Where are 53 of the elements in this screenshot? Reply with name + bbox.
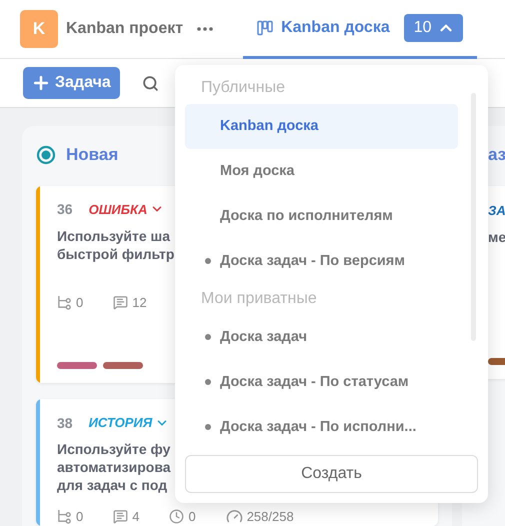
subtasks-icon: [57, 508, 72, 524]
subtasks-icon: [57, 294, 72, 310]
add-task-button[interactable]: Задача: [23, 67, 120, 99]
project-logo: K: [20, 10, 58, 48]
task-stat: 0: [57, 508, 84, 524]
more-icon: [197, 27, 214, 31]
comment-icon: [113, 508, 128, 524]
board-option[interactable]: Доска задач - По статусам: [185, 359, 458, 404]
task-stat: 12: [113, 294, 147, 310]
board-option[interactable]: Доска задач - По версиям: [185, 238, 458, 284]
board-icon: [257, 20, 274, 36]
board-option[interactable]: Доска задач: [185, 314, 458, 359]
section-title: Мои приватные: [200, 288, 318, 308]
search-button[interactable]: [142, 74, 159, 92]
task-title-line: автоматизирова: [57, 458, 171, 476]
comment-icon: [113, 294, 128, 310]
task-stat: 258/258: [226, 508, 294, 525]
board-option-label: Доска задач - По версиям: [220, 253, 405, 269]
task-title-line: Используйте ша: [57, 226, 170, 245]
task-stat: 0: [57, 294, 84, 310]
board-option-label: Kanban доска: [220, 118, 318, 134]
board-name: Kanban доска: [281, 19, 390, 37]
task-title-line: для задач с под: [57, 476, 168, 494]
plus-icon: [31, 73, 51, 93]
task-type[interactable]: ИСТОРИЯ: [88, 415, 170, 430]
board-tab[interactable]: Kanban доска 10: [243, 0, 477, 59]
status-icon: [36, 144, 56, 165]
task-stat: 0: [169, 508, 196, 524]
more-button[interactable]: [197, 27, 214, 31]
task-stat: 4: [113, 508, 140, 524]
task-title-line: Используйте фу: [57, 440, 170, 458]
task-type[interactable]: ОШИБКА: [88, 202, 164, 217]
board-option[interactable]: Kanban доска: [185, 104, 458, 148]
clock-icon: [169, 508, 184, 524]
create-button[interactable]: Создать: [185, 455, 478, 493]
task-type[interactable]: ЗА: [488, 202, 505, 218]
board-option-label: Доска задач: [220, 328, 307, 344]
section-title: Публичные: [200, 78, 286, 98]
board-option-label: Моя доска: [220, 163, 294, 179]
board-option-label: Доска по исполнителям: [220, 208, 393, 224]
project-name: Kanban проект: [66, 20, 184, 38]
board-option[interactable]: Моя доска: [185, 148, 458, 194]
board-option-label: Доска задач - По исполни...: [220, 418, 416, 434]
column-title: Новая: [66, 144, 118, 165]
task-title-line: быстрой фильтр: [57, 244, 174, 263]
gauge-icon: [226, 508, 243, 525]
board-option[interactable]: Доска по исполнителям: [185, 194, 458, 238]
board-count-button[interactable]: 10: [404, 14, 463, 42]
board-option[interactable]: Доска задач - По исполни...: [185, 404, 458, 449]
search-icon: [142, 74, 159, 92]
board-option-label: Доска задач - По статусам: [220, 374, 409, 390]
task-number: 36: [57, 201, 73, 218]
task-number: 38: [57, 414, 73, 431]
